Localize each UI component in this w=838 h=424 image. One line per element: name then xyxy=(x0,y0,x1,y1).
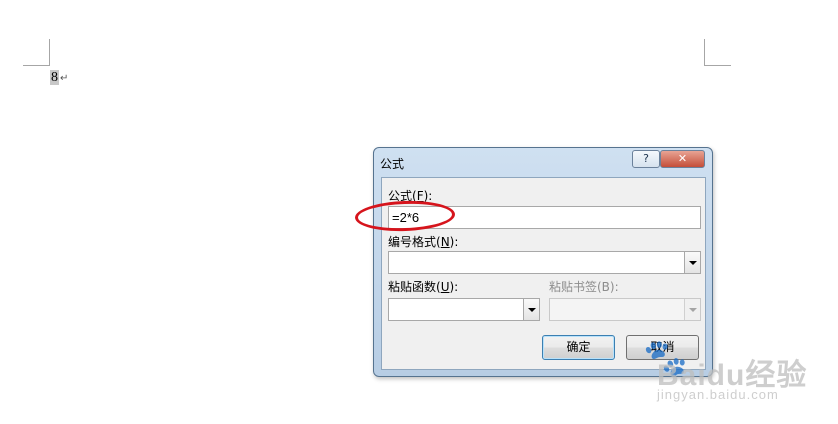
margin-mark-right-vertical xyxy=(704,39,705,66)
chevron-down-icon[interactable] xyxy=(523,299,539,320)
dialog-title: 公式 xyxy=(380,157,405,171)
number-format-select[interactable] xyxy=(388,251,701,274)
cancel-button[interactable]: 取消 xyxy=(626,335,699,360)
close-button[interactable]: ✕ xyxy=(660,150,705,168)
paste-bookmark-label: 粘贴书签(B): xyxy=(549,280,619,294)
paste-function-select[interactable] xyxy=(388,298,540,321)
margin-mark-left-horizontal xyxy=(23,65,50,66)
help-button[interactable]: ? xyxy=(632,150,660,168)
dialog-titlebar[interactable]: 公式 ? ✕ xyxy=(374,148,712,176)
margin-mark-left-vertical xyxy=(49,39,50,66)
watermark-url: jingyan.baidu.com xyxy=(657,387,779,402)
paragraph-mark-icon: ↵ xyxy=(60,73,69,84)
margin-mark-right-horizontal xyxy=(704,65,731,66)
paste-function-label: 粘贴函数(U): xyxy=(388,280,459,294)
document-body-text[interactable]: 8 ↵ xyxy=(50,69,68,87)
paste-bookmark-select xyxy=(549,298,701,321)
ok-button[interactable]: 确定 xyxy=(542,335,615,360)
chevron-down-icon xyxy=(684,299,700,320)
selected-text[interactable]: 8 xyxy=(50,70,59,85)
formula-dialog: 公式 ? ✕ 公式(F): =2*6 编号格式(N): 粘贴函数(U): 粘贴书… xyxy=(373,147,713,377)
number-format-label: 编号格式(N): xyxy=(388,235,459,249)
chevron-down-icon[interactable] xyxy=(684,252,700,273)
